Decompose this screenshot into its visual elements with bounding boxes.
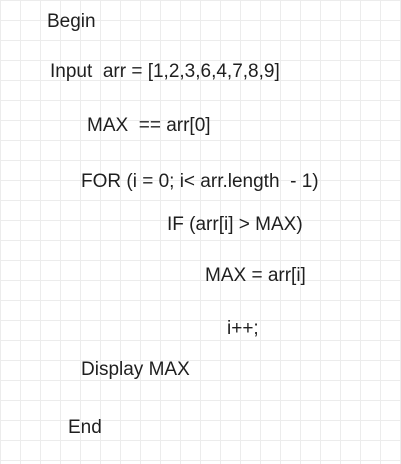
max-assign-statement: MAX = arr[i] [205, 265, 306, 286]
max-init-statement: MAX == arr[0] [87, 115, 211, 136]
begin-label: Begin [47, 11, 96, 32]
for-loop-statement: FOR (i = 0; i< arr.length - 1) [81, 171, 319, 192]
display-statement: Display MAX [81, 359, 190, 380]
increment-statement: i++; [227, 318, 259, 339]
if-condition: IF (arr[i] > MAX) [167, 214, 303, 235]
input-statement: Input arr = [1,2,3,6,4,7,8,9] [50, 61, 280, 82]
end-label: End [68, 417, 102, 438]
